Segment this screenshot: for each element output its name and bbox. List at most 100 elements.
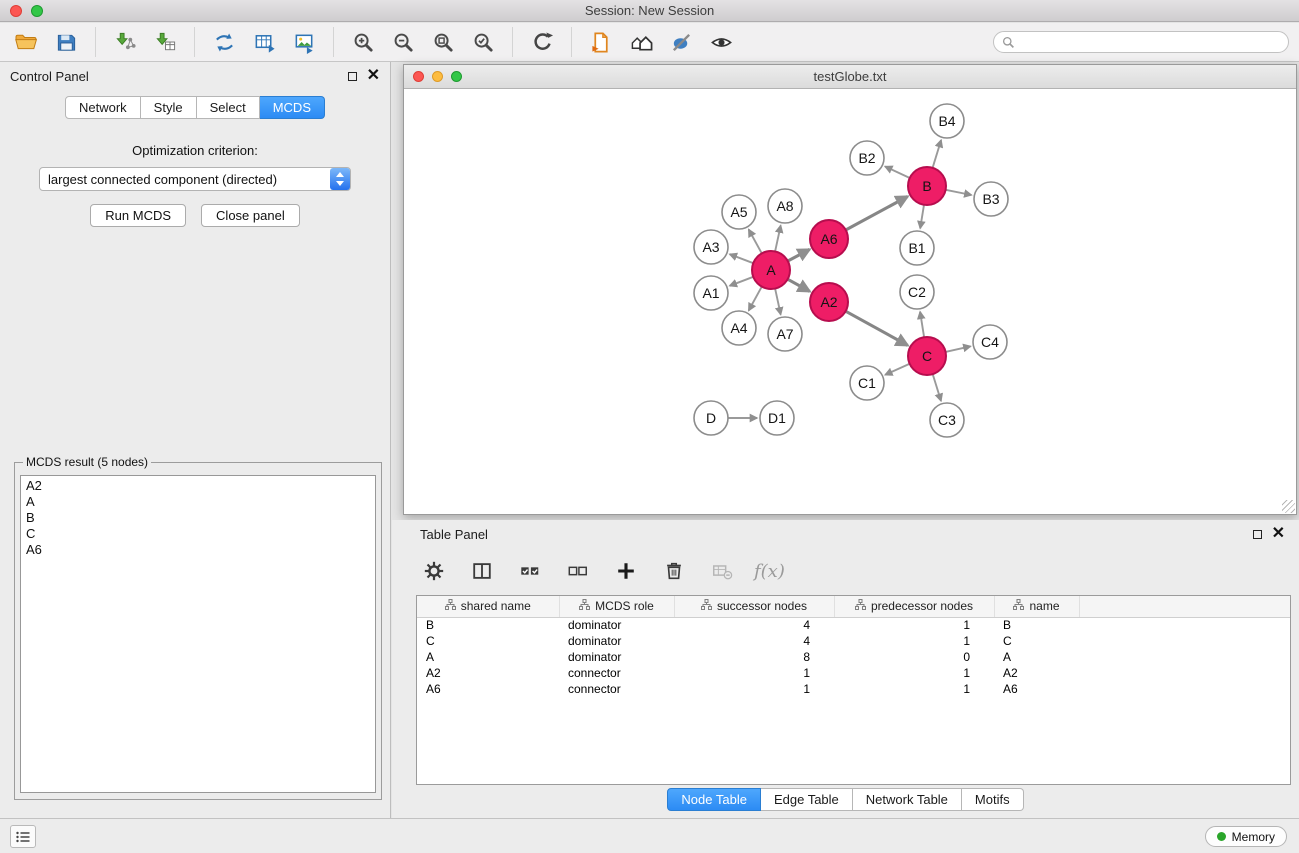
- tab-network-table[interactable]: Network Table: [853, 788, 962, 811]
- table-cell[interactable]: connector: [559, 665, 674, 681]
- graph-node-B1[interactable]: B1: [900, 231, 934, 265]
- column-header[interactable]: predecessor nodes: [834, 596, 994, 617]
- table-row[interactable]: A6connector11A6: [417, 681, 1290, 697]
- graph-edge-B-B1[interactable]: [920, 205, 924, 229]
- graph-node-A6[interactable]: A6: [810, 220, 848, 258]
- document-icon[interactable]: [585, 26, 617, 58]
- network-canvas[interactable]: B4B2BB3A5A8A6B1A3AA1C2A2A4A7C4CC1C3DD1: [404, 89, 1296, 514]
- table-cell[interactable]: A6: [994, 681, 1079, 697]
- table-cell[interactable]: 1: [834, 665, 994, 681]
- graph-node-A7[interactable]: A7: [768, 317, 802, 351]
- graph-node-B[interactable]: B: [908, 167, 946, 205]
- network-table-icon[interactable]: [248, 26, 280, 58]
- create-column-plus-icon[interactable]: [610, 555, 642, 587]
- table-cell[interactable]: A: [417, 649, 559, 665]
- show-columns-icon[interactable]: [466, 555, 498, 587]
- tab-edge-table[interactable]: Edge Table: [761, 788, 853, 811]
- graph-node-C3[interactable]: C3: [930, 403, 964, 437]
- refresh-icon[interactable]: [526, 26, 558, 58]
- table-cell[interactable]: B: [417, 617, 559, 633]
- graph-node-D1[interactable]: D1: [760, 401, 794, 435]
- graph-edge-A-A3[interactable]: [730, 254, 754, 263]
- resize-grip[interactable]: [1282, 500, 1295, 513]
- mcds-result-item[interactable]: B: [26, 510, 370, 526]
- zoom-window-button[interactable]: [31, 5, 43, 17]
- mcds-result-item[interactable]: A6: [26, 542, 370, 558]
- import-table-from-file-icon[interactable]: [149, 26, 181, 58]
- table-cell[interactable]: 1: [674, 665, 834, 681]
- graph-node-B3[interactable]: B3: [974, 182, 1008, 216]
- table-cell[interactable]: 1: [834, 633, 994, 649]
- close-panel-button[interactable]: Close panel: [201, 204, 300, 227]
- table-cell[interactable]: 0: [834, 649, 994, 665]
- table-cell[interactable]: 1: [834, 617, 994, 633]
- zoom-in-icon[interactable]: [347, 26, 379, 58]
- table-cell[interactable]: 4: [674, 633, 834, 649]
- deselect-all-icon[interactable]: [562, 555, 594, 587]
- search-input[interactable]: [1020, 35, 1280, 49]
- task-history-icon[interactable]: [10, 825, 36, 848]
- table-cell[interactable]: dominator: [559, 649, 674, 665]
- graph-node-C1[interactable]: C1: [850, 366, 884, 400]
- close-network-window-button[interactable]: [413, 71, 424, 82]
- zoom-network-window-button[interactable]: [451, 71, 462, 82]
- graph-edge-A-A5[interactable]: [749, 230, 762, 254]
- graph-edge-A-A1[interactable]: [730, 277, 754, 286]
- float-table-panel-icon[interactable]: [1253, 530, 1262, 539]
- home-icon[interactable]: [625, 26, 657, 58]
- table-settings-gear-icon[interactable]: [418, 555, 450, 587]
- table-cell[interactable]: A2: [417, 665, 559, 681]
- function-builder-icon[interactable]: f(x): [754, 561, 785, 582]
- table-row[interactable]: Adominator80A: [417, 649, 1290, 665]
- graph-edge-C-C2[interactable]: [920, 312, 924, 337]
- table-row[interactable]: Bdominator41B: [417, 617, 1290, 633]
- table-row[interactable]: A2connector11A2: [417, 665, 1290, 681]
- graph-node-D[interactable]: D: [694, 401, 728, 435]
- mcds-result-item[interactable]: C: [26, 526, 370, 542]
- export-image-icon[interactable]: [288, 26, 320, 58]
- table-cell[interactable]: dominator: [559, 633, 674, 649]
- close-panel-icon[interactable]: ✕: [367, 70, 380, 82]
- delete-table-icon[interactable]: [706, 555, 738, 587]
- zoom-fit-icon[interactable]: [427, 26, 459, 58]
- column-header[interactable]: MCDS role: [559, 596, 674, 617]
- tab-select[interactable]: Select: [197, 96, 260, 119]
- graph-edge-A-A8[interactable]: [775, 226, 781, 252]
- graph-node-A5[interactable]: A5: [722, 195, 756, 229]
- table-cell[interactable]: 1: [834, 681, 994, 697]
- tab-network[interactable]: Network: [65, 96, 141, 119]
- table-cell[interactable]: 4: [674, 617, 834, 633]
- hide-graphics-details-icon[interactable]: [665, 26, 697, 58]
- table-cell[interactable]: A: [994, 649, 1079, 665]
- table-cell[interactable]: 1: [674, 681, 834, 697]
- memory-button[interactable]: Memory: [1205, 826, 1287, 847]
- select-all-icon[interactable]: [514, 555, 546, 587]
- table-cell[interactable]: dominator: [559, 617, 674, 633]
- graph-edge-B-B4[interactable]: [933, 140, 942, 168]
- graph-node-C4[interactable]: C4: [973, 325, 1007, 359]
- table-cell[interactable]: A6: [417, 681, 559, 697]
- mcds-result-item[interactable]: A2: [26, 478, 370, 494]
- graph-node-A1[interactable]: A1: [694, 276, 728, 310]
- table-cell[interactable]: C: [994, 633, 1079, 649]
- graph-edge-A-A6[interactable]: [788, 249, 810, 261]
- graph-edge-C-C1[interactable]: [885, 364, 910, 375]
- graph-edge-A-A7[interactable]: [775, 289, 781, 315]
- table-cell[interactable]: A2: [994, 665, 1079, 681]
- graph-node-B2[interactable]: B2: [850, 141, 884, 175]
- graph-node-A4[interactable]: A4: [722, 311, 756, 345]
- tab-motifs[interactable]: Motifs: [962, 788, 1024, 811]
- mcds-result-list[interactable]: A2ABCA6: [20, 475, 376, 793]
- graph-edge-A2-C[interactable]: [846, 311, 908, 345]
- tab-mcds[interactable]: MCDS: [260, 96, 325, 119]
- graph-node-C[interactable]: C: [908, 337, 946, 375]
- search-field[interactable]: [993, 31, 1289, 53]
- table-cell[interactable]: C: [417, 633, 559, 649]
- graph-edge-C-C3[interactable]: [933, 374, 941, 401]
- graph-edge-A-A2[interactable]: [788, 279, 810, 291]
- table-cell[interactable]: 8: [674, 649, 834, 665]
- network-canvas-area[interactable]: B4B2BB3A5A8A6B1A3AA1C2A2A4A7C4CC1C3DD1: [404, 89, 1296, 514]
- graph-edge-A6-B[interactable]: [846, 197, 908, 231]
- optimization-criterion-dropdown[interactable]: largest connected component (directed): [39, 167, 351, 191]
- graph-node-A2[interactable]: A2: [810, 283, 848, 321]
